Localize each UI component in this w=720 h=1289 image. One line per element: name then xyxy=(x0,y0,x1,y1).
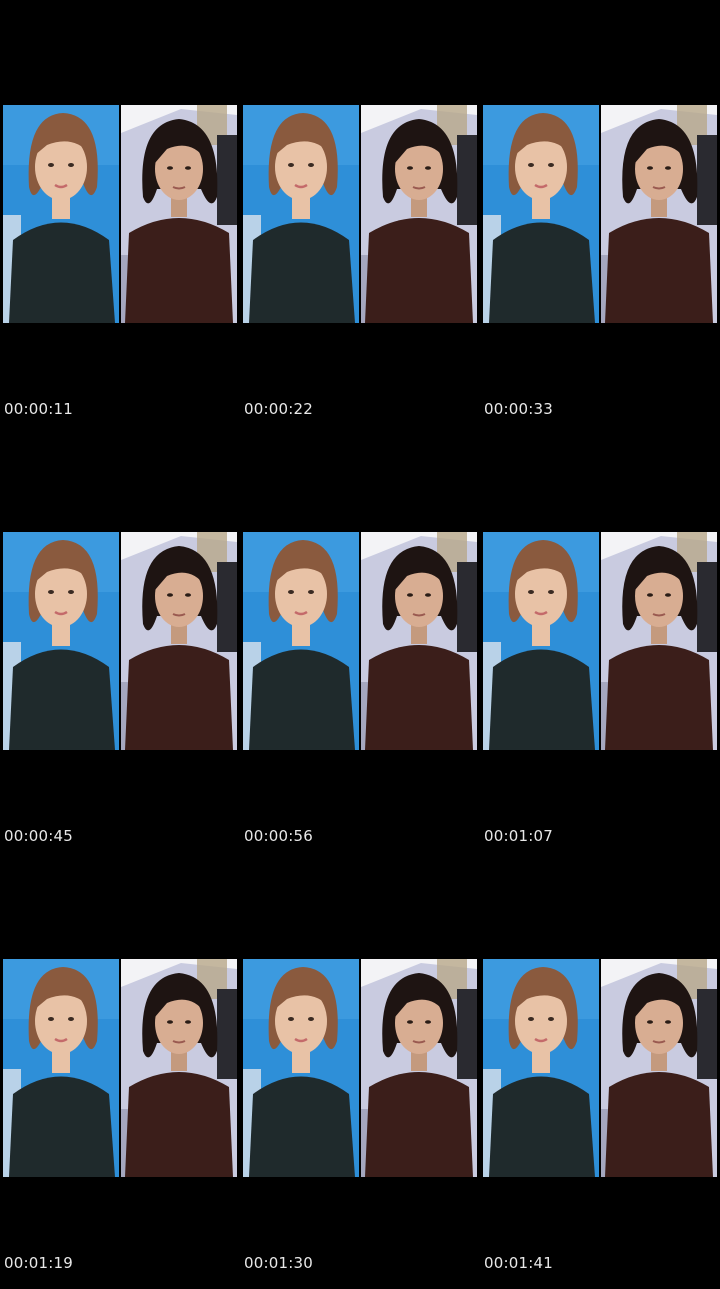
right-split-panel xyxy=(121,105,237,323)
right-split-panel xyxy=(361,105,477,323)
left-split-panel xyxy=(3,959,119,1177)
timestamp-label: 00:00:33 xyxy=(484,400,553,418)
right-split-panel xyxy=(121,959,237,1177)
timestamp-label: 00:00:11 xyxy=(4,400,73,418)
thumbnail-image[interactable] xyxy=(3,532,237,750)
right-split-panel xyxy=(361,532,477,750)
thumbnail-image[interactable] xyxy=(243,532,477,750)
thumbnail-image[interactable] xyxy=(483,105,717,323)
video-thumbnail[interactable]: 00:01:19 xyxy=(0,959,237,1289)
right-person-frame xyxy=(361,959,477,1177)
left-person-frame xyxy=(3,532,119,750)
video-thumbnail[interactable]: 00:00:45 xyxy=(0,532,237,862)
timestamp-label: 00:00:56 xyxy=(244,827,313,845)
right-split-panel xyxy=(601,532,717,750)
left-split-panel xyxy=(483,532,599,750)
right-person-frame xyxy=(121,959,237,1177)
left-split-panel xyxy=(243,532,359,750)
thumbnail-image[interactable] xyxy=(483,532,717,750)
left-person-frame xyxy=(483,532,599,750)
right-person-frame xyxy=(361,105,477,323)
right-split-panel xyxy=(601,105,717,323)
video-thumbnail[interactable]: 00:01:30 xyxy=(240,959,477,1289)
thumbnail-image[interactable] xyxy=(3,959,237,1177)
left-person-frame xyxy=(243,532,359,750)
left-split-panel xyxy=(483,959,599,1177)
left-person-frame xyxy=(3,105,119,323)
thumbnail-image[interactable] xyxy=(483,959,717,1177)
video-thumbnail[interactable]: 00:00:33 xyxy=(480,105,717,435)
left-person-frame xyxy=(3,959,119,1177)
right-person-frame xyxy=(601,532,717,750)
timestamp-label: 00:01:41 xyxy=(484,1254,553,1272)
left-split-panel xyxy=(3,105,119,323)
left-split-panel xyxy=(243,959,359,1177)
thumbnail-grid: 00:00:11 00:00:22 00:00:33 00:00:45 00:0… xyxy=(0,0,720,1281)
timestamp-label: 00:01:07 xyxy=(484,827,553,845)
right-split-panel xyxy=(361,959,477,1177)
right-person-frame xyxy=(601,105,717,323)
right-split-panel xyxy=(121,532,237,750)
timestamp-label: 00:01:30 xyxy=(244,1254,313,1272)
left-person-frame xyxy=(243,959,359,1177)
video-thumbnail[interactable]: 00:00:11 xyxy=(0,105,237,435)
right-person-frame xyxy=(361,532,477,750)
thumbnail-image[interactable] xyxy=(243,959,477,1177)
video-thumbnail[interactable]: 00:00:56 xyxy=(240,532,477,862)
left-split-panel xyxy=(3,532,119,750)
timestamp-label: 00:00:45 xyxy=(4,827,73,845)
right-person-frame xyxy=(121,105,237,323)
left-person-frame xyxy=(243,105,359,323)
thumbnail-image[interactable] xyxy=(3,105,237,323)
right-split-panel xyxy=(601,959,717,1177)
left-split-panel xyxy=(243,105,359,323)
left-person-frame xyxy=(483,959,599,1177)
video-thumbnail[interactable]: 00:00:22 xyxy=(240,105,477,435)
left-split-panel xyxy=(483,105,599,323)
left-person-frame xyxy=(483,105,599,323)
right-person-frame xyxy=(121,532,237,750)
timestamp-label: 00:00:22 xyxy=(244,400,313,418)
timestamp-label: 00:01:19 xyxy=(4,1254,73,1272)
right-person-frame xyxy=(601,959,717,1177)
thumbnail-image[interactable] xyxy=(243,105,477,323)
video-thumbnail[interactable]: 00:01:07 xyxy=(480,532,717,862)
video-thumbnail[interactable]: 00:01:41 xyxy=(480,959,717,1289)
